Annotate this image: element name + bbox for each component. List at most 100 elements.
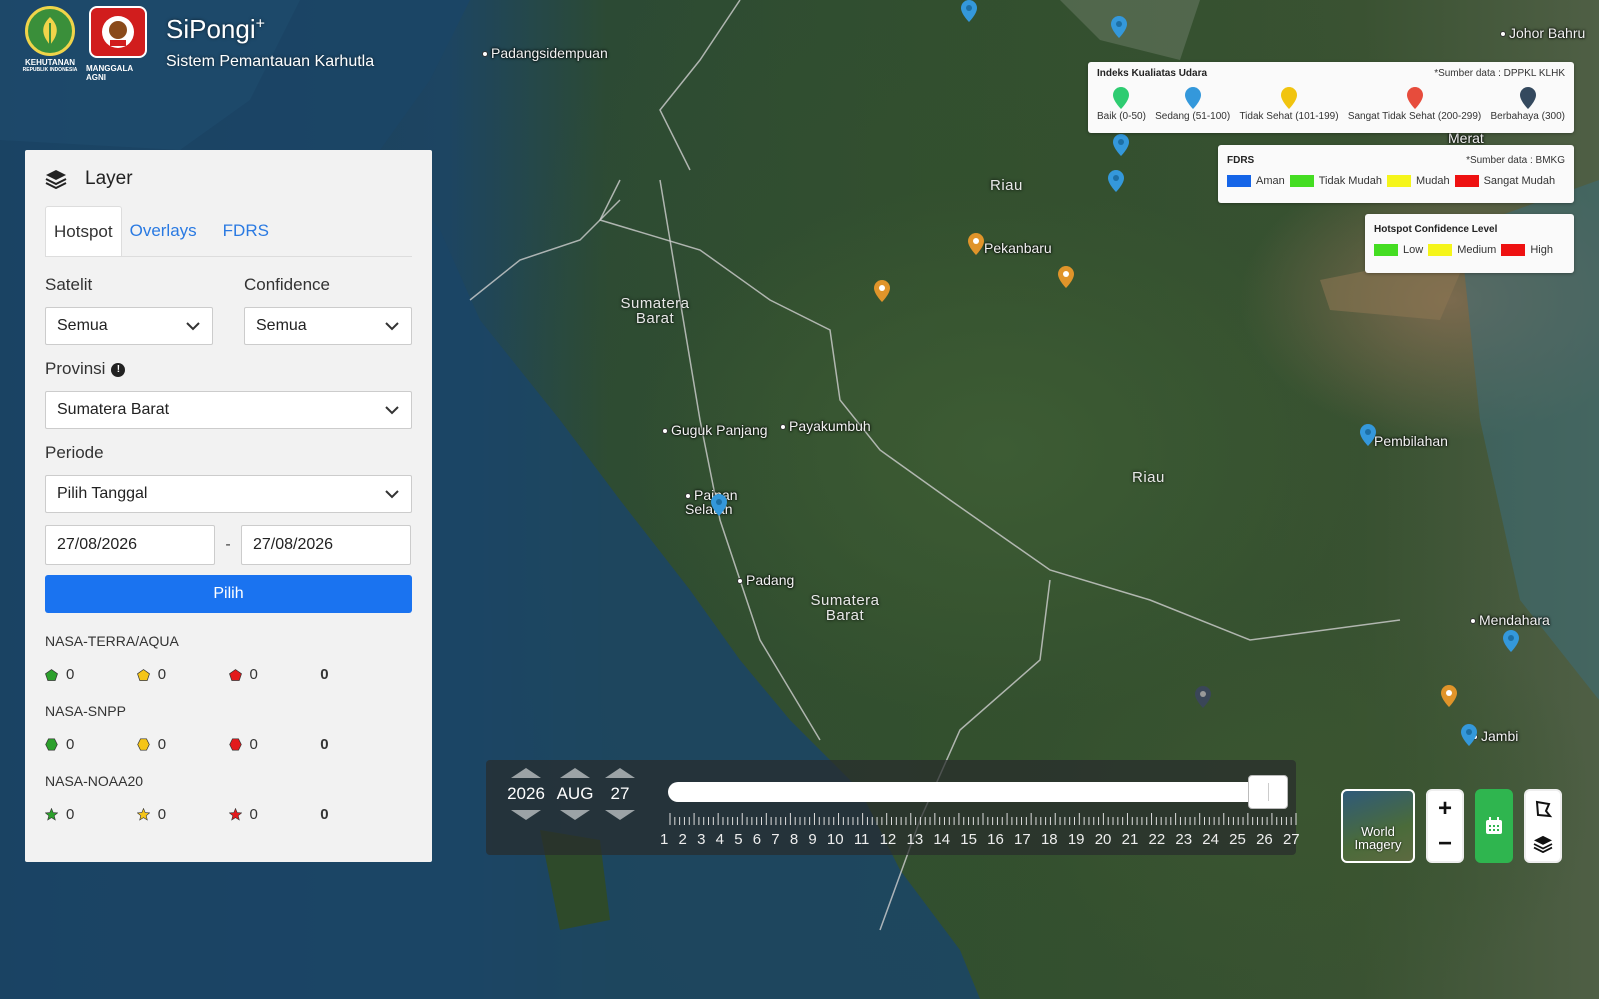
klhk-logo: KEHUTANAN REPUBLIK INDONESIA — [18, 6, 82, 82]
count-medium: 0 — [157, 736, 167, 753]
zoom-in-button[interactable]: + — [1438, 795, 1452, 823]
day-label[interactable]: 10 — [827, 831, 844, 851]
day-label[interactable]: 1 — [660, 831, 668, 851]
pin-tidak-sehat-2[interactable] — [1058, 266, 1074, 288]
place-pekanbaru: Pekanbaru — [975, 240, 1052, 256]
day-label[interactable]: 24 — [1202, 831, 1219, 851]
pin-sedang-3[interactable] — [1108, 170, 1124, 192]
day-label[interactable]: 11 — [854, 831, 870, 851]
legend-confidence-title: Hotspot Confidence Level — [1374, 224, 1498, 235]
manggala-agni-logo: MANGGALA AGNI — [86, 6, 150, 82]
day-label[interactable]: 17 — [1014, 831, 1031, 851]
pin-sedang-5[interactable] — [1360, 424, 1376, 446]
confidence-label: Confidence — [244, 275, 331, 294]
day-label[interactable]: 8 — [790, 831, 798, 851]
count-low: 0 — [66, 666, 75, 683]
date-to-input[interactable]: 27/08/2026 — [241, 525, 411, 565]
layers-icon[interactable] — [1533, 835, 1553, 853]
chevron-down-icon — [385, 490, 399, 499]
pin-sedang-1[interactable] — [1111, 16, 1127, 38]
tab-fdrs[interactable]: FDRS — [215, 206, 277, 256]
count-high: 0 — [249, 736, 258, 753]
day-label[interactable]: 6 — [753, 831, 761, 851]
provinsi-select[interactable]: Sumatera Barat — [45, 391, 412, 429]
day-label[interactable]: 26 — [1256, 831, 1273, 851]
day-down-arrow[interactable] — [605, 810, 635, 820]
day-label[interactable]: 16 — [987, 831, 1004, 851]
tab-overlays[interactable]: Overlays — [122, 206, 205, 256]
day-slider-track[interactable] — [668, 782, 1268, 802]
legend-air-quality-label: Sangat Tidak Sehat (200-299) — [1347, 111, 1482, 122]
day-label[interactable]: 2 — [679, 831, 687, 851]
legend-fdrs: FDRS *Sumber data : BMKG Aman Tidak Mudah… — [1218, 145, 1574, 203]
info-icon[interactable]: ! — [111, 362, 126, 377]
day-label[interactable]: 18 — [1041, 831, 1058, 851]
zoom-out-button[interactable]: − — [1438, 830, 1452, 858]
pin-tidak-sehat-4[interactable] — [1441, 685, 1457, 707]
map-marker-icon — [1281, 87, 1297, 109]
layers-icon — [45, 170, 67, 189]
day-label[interactable]: 9 — [808, 831, 816, 851]
draw-polygon-icon[interactable] — [1533, 799, 1553, 819]
pin-sedang-2[interactable] — [1113, 134, 1129, 156]
day-label[interactable]: 7 — [771, 831, 779, 851]
basemap-label: World Imagery — [1354, 824, 1402, 852]
confidence-value: Semua — [256, 317, 307, 334]
year-up-arrow[interactable] — [511, 768, 541, 778]
legend-confidence-label: Low — [1403, 244, 1424, 256]
periode-select[interactable]: Pilih Tanggal — [45, 475, 412, 513]
day-label[interactable]: 21 — [1122, 831, 1139, 851]
day-label[interactable]: 3 — [697, 831, 705, 851]
day-label[interactable]: 13 — [906, 831, 923, 851]
map-marker-icon — [1519, 87, 1536, 109]
month-up-arrow[interactable] — [560, 768, 590, 778]
day-label[interactable]: 4 — [716, 831, 724, 851]
map-tools — [1524, 789, 1562, 863]
place-padang: Padang — [737, 572, 794, 588]
legend-air-quality-title: Indeks Kualiatas Udara — [1097, 68, 1208, 79]
date-from-input[interactable]: 27/08/2026 — [45, 525, 215, 565]
pin-sedang-6[interactable] — [711, 494, 727, 516]
calendar-button[interactable] — [1475, 789, 1513, 863]
tab-hotspot[interactable]: Hotspot — [45, 206, 122, 256]
day-label[interactable]: 5 — [734, 831, 742, 851]
star-low-icon — [45, 808, 58, 821]
confidence-select[interactable]: Semua — [244, 307, 412, 345]
month-down-arrow[interactable] — [560, 810, 590, 820]
date-separator: - — [225, 536, 231, 553]
count-medium: 0 — [157, 666, 167, 683]
count-high: 0 — [249, 666, 258, 683]
basemap-world-imagery-button[interactable]: World Imagery — [1341, 789, 1415, 863]
app-title: SiPongi+ — [166, 14, 374, 45]
pin-tidak-sehat-3[interactable] — [874, 280, 890, 302]
app-title-sup: + — [255, 15, 265, 33]
provinsi-value: Sumatera Barat — [57, 401, 170, 418]
day-label[interactable]: 20 — [1095, 831, 1112, 851]
satelit-select[interactable]: Semua — [45, 307, 213, 345]
day-label[interactable]: 14 — [933, 831, 950, 851]
satellite-noaa20: NASA-NOAA20 0 0 0 0 — [45, 773, 412, 823]
pin-berbahaya-1[interactable] — [1195, 686, 1211, 708]
pin-sedang-7[interactable] — [1503, 630, 1519, 652]
pin-tidak-sehat-1[interactable] — [968, 233, 984, 255]
day-up-arrow[interactable] — [605, 768, 635, 778]
day-slider-handle[interactable] — [1248, 775, 1288, 809]
day-label[interactable]: 19 — [1068, 831, 1085, 851]
day-label[interactable]: 27 — [1283, 831, 1300, 851]
day-label[interactable]: 12 — [880, 831, 897, 851]
day-label[interactable]: 23 — [1175, 831, 1192, 851]
pilih-button[interactable]: Pilih — [45, 575, 412, 613]
year-down-arrow[interactable] — [511, 810, 541, 820]
legend-air-quality-item: Berbahaya (300) — [1490, 87, 1565, 122]
pin-sedang-4[interactable] — [961, 0, 977, 22]
day-label[interactable]: 22 — [1149, 831, 1166, 851]
periode-label: Periode — [45, 443, 104, 462]
legend-confidence-swatch — [1501, 244, 1526, 256]
day-label[interactable]: 25 — [1229, 831, 1246, 851]
pin-sedang-8[interactable] — [1461, 724, 1477, 746]
manggala-agni-label: MANGGALA AGNI — [86, 64, 133, 82]
legend-fdrs-label: Aman — [1256, 175, 1285, 187]
day-label[interactable]: 15 — [960, 831, 977, 851]
periode-value: Pilih Tanggal — [57, 485, 148, 502]
legend-air-quality-item: Baik (0-50) — [1097, 87, 1146, 122]
